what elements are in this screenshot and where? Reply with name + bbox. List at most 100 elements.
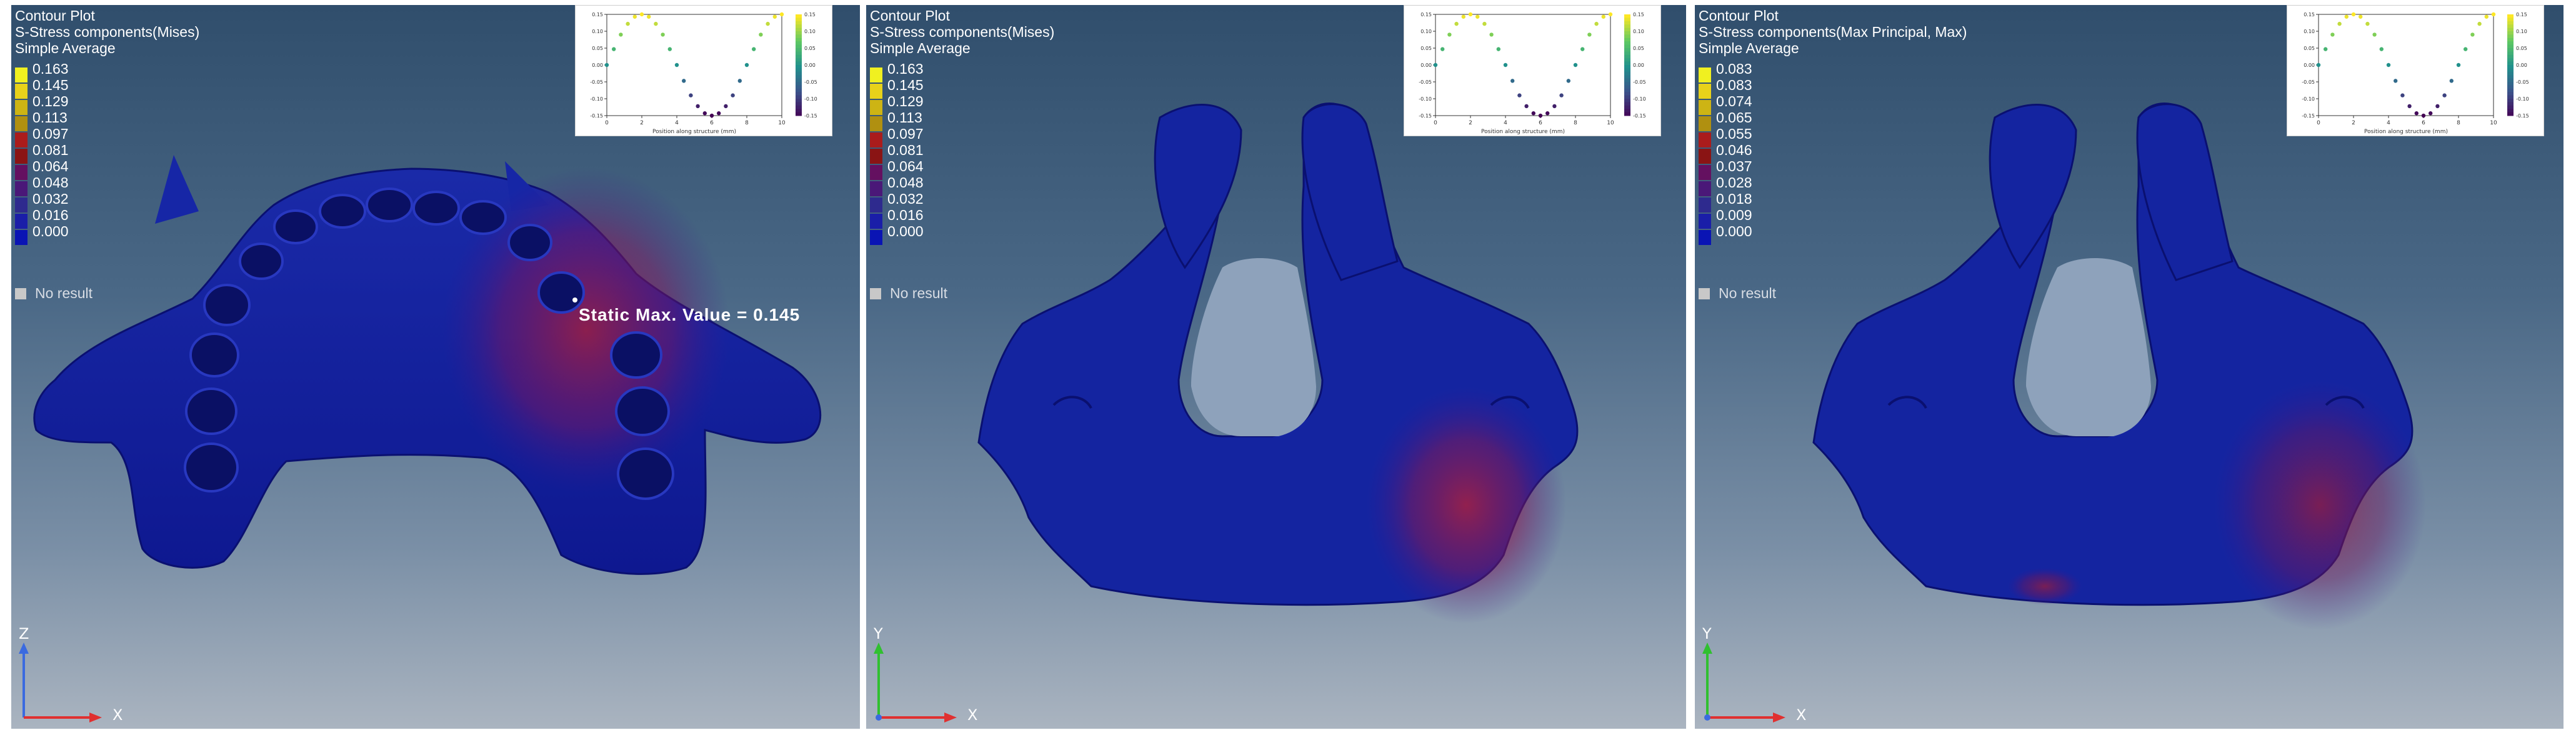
colorbar-segment [796,58,802,62]
colorbar-segment [796,92,802,96]
colorbar-segment [796,68,802,72]
colorbar-tick-label: 0.10 [2516,29,2527,34]
data-point [1594,21,1599,26]
inset-plot-svg: 0 2 4 6 8 10 0.15 0.10 0.05 0.00 -0.05 -0.10 -0.15 Po… [590,12,817,135]
x-tick-label: 2 [2352,120,2355,126]
colorbar-segment [1624,92,1630,96]
colorbar-segment [1624,41,1630,46]
axis-triad: Z X [11,618,161,727]
colorbar-segment [2507,85,2514,89]
colorbar-segment [2507,54,2514,59]
colorbar-tick-label: -0.05 [804,79,817,85]
data-point [2464,47,2468,51]
data-point [759,32,763,37]
data-point [2442,93,2447,98]
data-point [2477,21,2482,26]
colorbar-segment [2507,24,2514,29]
colorbar-segment [796,105,802,109]
x-tick-label: 10 [778,120,786,126]
y-tick-label: -0.15 [2302,113,2315,119]
inset-plot-frame [2318,14,2494,116]
colorbar-segment [796,102,802,106]
colorbar-segment [2507,28,2514,32]
x-tick-label: 0 [1434,120,1437,126]
colorbar-segment [2507,48,2514,52]
data-point [1601,14,1605,19]
colorbar-segment [2507,88,2514,92]
colorbar-segment [1624,65,1630,69]
colorbar-tick-label: -0.10 [2516,96,2529,102]
viewport-panel-2[interactable]: Contour Plot S-Stress components(Mises) … [866,5,1686,729]
inset-plot: 0 2 4 6 8 10 0.15 0.10 0.05 0.00 -0.05 -0.10 -0.15 Po… [575,5,832,136]
colorbar-tick-label: -0.10 [1633,96,1646,102]
colorbar-segment [796,38,802,42]
inset-plot-svg: 0 2 4 6 8 10 0.15 0.10 0.05 0.00 -0.05 -0.10 -0.15 Po… [1419,12,1646,135]
x-tick-label: 8 [2457,120,2460,126]
data-point [612,47,616,51]
x-tick-label: 6 [2422,120,2425,126]
data-point [661,32,665,37]
colorbar-segment [1624,112,1630,116]
data-point [2351,12,2356,17]
data-point [2324,47,2328,51]
data-point [724,104,728,109]
x-tick-label: 10 [1607,120,1614,126]
colorbar-segment [2507,82,2514,86]
colorbar-segment [2507,105,2514,109]
y-tick-label: -0.10 [2302,96,2315,102]
y-tick-label: -0.10 [1419,96,1432,102]
colorbar-segment [1624,44,1630,49]
colorbar-segment [1624,99,1630,102]
colorbar-segment [796,112,802,116]
data-point [1510,79,1515,83]
data-point [1440,47,1445,51]
colorbar-segment [2507,112,2514,116]
data-point [702,111,707,116]
data-point [654,21,658,26]
viewport-panel-3[interactable]: Contour Plot S-Stress components(Max Pri… [1695,5,2564,729]
x-tick-label: 8 [1574,120,1577,126]
inset-plot-frame [606,14,782,116]
colorbar-segment [796,28,802,32]
y-tick-label: 0.00 [1420,62,1432,68]
axis-right-label: X [967,706,978,724]
inset-plot-frame [1435,14,1611,116]
data-point [2449,79,2454,83]
data-point [626,21,630,26]
data-point [2386,62,2391,68]
data-point [1475,14,1480,19]
colorbar-segment [796,31,802,35]
data-point [2379,47,2384,51]
data-point [1503,62,1508,68]
colorbar-tick-label: -0.15 [2516,113,2529,119]
colorbar-segment [2507,21,2514,25]
data-point [1580,47,1585,51]
colorbar-segment [2507,92,2514,96]
colorbar-segment [1624,75,1630,79]
colorbar-segment [796,78,802,82]
data-point [667,47,672,51]
colorbar-segment [796,34,802,39]
colorbar-tick-label: 0.15 [2516,12,2527,18]
colorbar-segment [2507,41,2514,46]
y-tick-label: -0.15 [590,113,603,119]
colorbar-tick-label: 0.00 [2516,62,2527,68]
colorbar-segment [1624,88,1630,92]
data-point [604,62,609,68]
data-point [1433,62,1438,68]
static-max-value-label: Static Max. Value = 0.145 [579,305,801,324]
colorbar-segment [2507,65,2514,69]
data-point [682,79,686,83]
y-tick-label: 0.10 [592,29,603,34]
y-tick-label: 0.05 [592,46,603,51]
colorbar-tick-label: 0.00 [804,62,816,68]
y-tick-label: 0.15 [1420,12,1432,18]
data-point [2365,21,2370,26]
data-point [1566,79,1570,83]
colorbar-segment [1624,38,1630,42]
viewport-panel-1[interactable]: Contour Plot S-Stress components(Mises) … [11,5,860,729]
data-point [2316,62,2321,68]
data-point [2435,104,2440,109]
colorbar-segment [796,54,802,59]
colorbar-segment [1624,68,1630,72]
